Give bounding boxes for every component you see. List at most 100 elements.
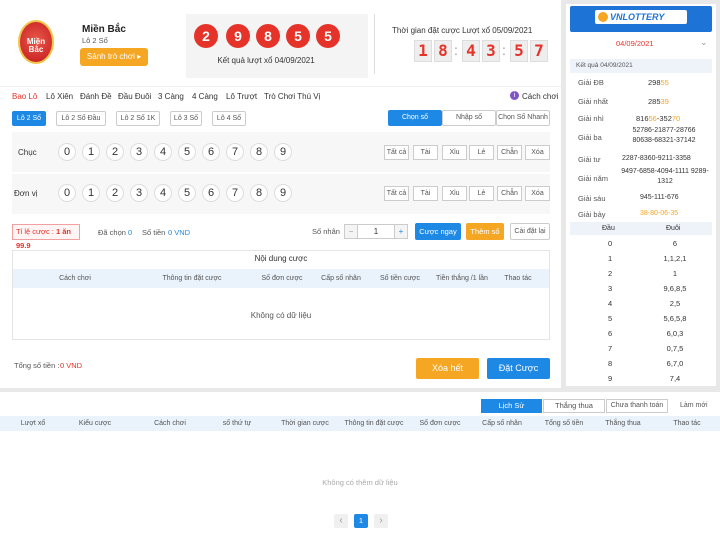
mode-input-button[interactable]: Nhập số <box>442 110 496 126</box>
refresh-button[interactable]: Làm mới <box>680 402 708 409</box>
number-ball[interactable]: 5 <box>178 143 196 161</box>
duoi-value: 9,6,8,5 <box>663 284 687 293</box>
total-label: Tổng số tiền : <box>14 361 60 370</box>
number-ball[interactable]: 5 <box>178 184 196 202</box>
number-ball[interactable]: 9 <box>274 143 292 161</box>
filter-big-button[interactable]: Tài <box>413 186 438 201</box>
bet-now-button[interactable]: Cược ngay <box>415 223 461 240</box>
filter-even-button[interactable]: Chẵn <box>497 145 522 160</box>
number-ball[interactable]: 7 <box>226 143 244 161</box>
chuc-label: Chục <box>18 148 37 157</box>
result-ball: 5 <box>316 24 340 48</box>
number-ball[interactable]: 7 <box>226 184 244 202</box>
minus-button[interactable]: − <box>344 224 358 239</box>
filter-all-button[interactable]: Tất cả <box>384 145 409 160</box>
result-ball: 5 <box>286 24 310 48</box>
tab-tro-choi[interactable]: Trò Chơi Thú Vị <box>264 92 320 101</box>
duoi-header: Đuôi <box>666 225 681 232</box>
dau-value: 6 <box>608 329 613 338</box>
lobby-button[interactable]: Sảnh trò chơi ▸ <box>80 48 148 66</box>
tab-bao-lo[interactable]: Bao Lô <box>12 92 37 101</box>
duoi-value: 1 <box>672 269 678 278</box>
logo-text: Miền Bắc <box>26 37 46 54</box>
number-ball[interactable]: 8 <box>250 143 268 161</box>
number-ball[interactable]: 0 <box>58 143 76 161</box>
chosen-value: 0 <box>128 228 133 237</box>
chosen-label: Đã chọn <box>98 228 126 237</box>
prize-label: Giải bảy <box>578 210 606 219</box>
filter-big-button[interactable]: Tài <box>413 145 438 160</box>
add-number-button[interactable]: Thêm số <box>466 223 504 240</box>
history-panel: Lịch Sử Thắng thua Chưa thanh toán Làm m… <box>0 392 720 538</box>
money-label: Số tiền <box>142 228 166 237</box>
prize-label: Giải tư <box>578 155 601 164</box>
reset-button[interactable]: Cài đặt lại <box>510 223 550 240</box>
place-bet-button[interactable]: Đặt Cược <box>487 358 550 379</box>
tab-4-cang[interactable]: 4 Càng <box>192 92 218 101</box>
filter-small-button[interactable]: Xỉu <box>442 145 467 160</box>
region-logo: Miền Bắc <box>18 20 54 64</box>
rate-box: Tỉ lệ cược : 1 ăn 99.9 <box>12 224 80 250</box>
col-header: Thông tin đặt cược <box>344 420 404 427</box>
number-ball[interactable]: 8 <box>250 184 268 202</box>
filter-odd-button[interactable]: Lẻ <box>469 186 494 201</box>
howto-link[interactable]: Cách chơi <box>522 92 558 101</box>
mode-choose-button[interactable]: Chọn số <box>388 110 442 126</box>
subtab-lo-3-so[interactable]: Lô 3 Số <box>170 111 202 126</box>
tab-danh-de[interactable]: Đánh Đề <box>80 92 112 101</box>
betting-panel: Miền Bắc Miền Bắc Lô 2 Số Sảnh trò chơi … <box>0 0 561 388</box>
number-ball[interactable]: 4 <box>154 184 172 202</box>
number-ball[interactable]: 0 <box>58 184 76 202</box>
number-ball[interactable]: 6 <box>202 143 220 161</box>
tab-lo-xien[interactable]: Lô Xiên <box>46 92 73 101</box>
mode-quick-button[interactable]: Chọn Số Nhanh <box>496 110 550 126</box>
filter-all-button[interactable]: Tất cả <box>384 186 409 201</box>
filter-even-button[interactable]: Chẵn <box>497 186 522 201</box>
tab-unsettled[interactable]: Chưa thanh toán <box>606 399 668 413</box>
tab-history[interactable]: Lịch Sử <box>481 399 542 413</box>
filter-small-button[interactable]: Xỉu <box>442 186 467 201</box>
subtab-lo-2-so[interactable]: Lô 2 Số <box>12 111 46 126</box>
prize-value: 52786-21877-28766 80638-68321-37142 <box>632 127 696 144</box>
filter-clear-button[interactable]: Xóa <box>525 145 550 160</box>
number-ball[interactable]: 3 <box>130 143 148 161</box>
prize-value: 38-80-06-35 <box>640 210 679 217</box>
prev-page-button[interactable]: ‹ <box>334 514 348 528</box>
duoi-value: 1,1,2,1 <box>663 254 687 263</box>
filter-clear-button[interactable]: Xóa <box>525 186 550 201</box>
number-ball[interactable]: 1 <box>82 184 100 202</box>
next-page-button[interactable]: › <box>374 514 388 528</box>
subtab-lo-4-so[interactable]: Lô 4 Số <box>212 111 246 126</box>
subtab-lo-2-so-1k[interactable]: Lô 2 Số 1K <box>116 111 160 126</box>
tab-lo-truot[interactable]: Lô Trượt <box>226 92 257 101</box>
countdown-digit: 4 <box>462 40 480 62</box>
subtab-lo-2-so-dau[interactable]: Lô 2 Số Đầu <box>56 111 106 126</box>
page-button[interactable]: 1 <box>354 514 368 528</box>
result-ball: 9 <box>226 24 250 48</box>
duoi-value: 6 <box>672 239 678 248</box>
tab-win-loss[interactable]: Thắng thua <box>543 399 605 413</box>
prize-value: 28539 <box>648 97 669 106</box>
plus-button[interactable]: + <box>394 224 408 239</box>
brand-name: VNLOTTERY <box>610 12 665 22</box>
dau-value: 1 <box>608 254 613 263</box>
number-ball[interactable]: 3 <box>130 184 148 202</box>
number-ball[interactable]: 6 <box>202 184 220 202</box>
results-date[interactable]: 04/09/2021 <box>616 39 654 48</box>
result-label: Kết quả lượt xổ 04/09/2021 <box>217 56 315 65</box>
tab-3-cang[interactable]: 3 Càng <box>158 92 184 101</box>
donvi-label: Đơn vị <box>14 189 38 198</box>
countdown-digit: 5 <box>510 40 528 62</box>
filter-odd-button[interactable]: Lẻ <box>469 145 494 160</box>
money-value: 0 VND <box>168 228 191 237</box>
multiplier-input[interactable]: 1 <box>358 224 394 239</box>
number-ball[interactable]: 9 <box>274 184 292 202</box>
clear-all-button[interactable]: Xóa hết <box>416 358 479 379</box>
number-ball[interactable]: 4 <box>154 143 172 161</box>
dau-value: 9 <box>608 374 613 383</box>
tab-dau-duoi[interactable]: Đầu Đuôi <box>118 92 151 101</box>
number-ball[interactable]: 2 <box>106 184 124 202</box>
number-ball[interactable]: 2 <box>106 143 124 161</box>
number-ball[interactable]: 1 <box>82 143 100 161</box>
chevron-down-icon[interactable]: ⌄ <box>700 37 708 48</box>
